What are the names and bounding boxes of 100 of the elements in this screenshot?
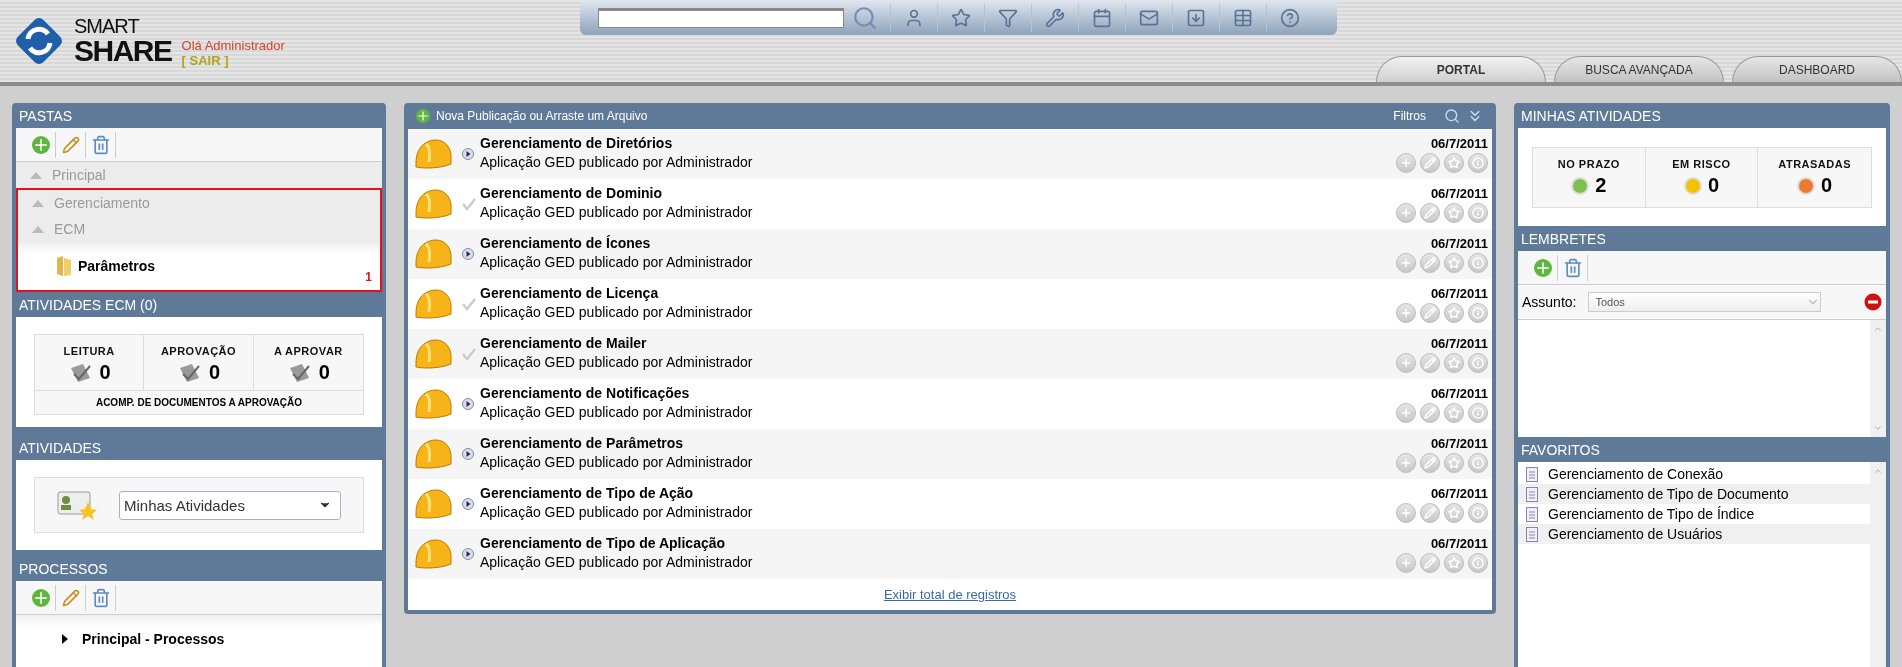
- add-button[interactable]: [1396, 152, 1416, 173]
- add-button[interactable]: [1396, 302, 1416, 323]
- favorite-button[interactable]: [1444, 502, 1464, 523]
- activities-select[interactable]: Minhas Atividades: [119, 490, 341, 520]
- search-icon[interactable]: [1444, 108, 1460, 124]
- publication-title[interactable]: Gerenciamento de Mailer: [480, 335, 1396, 351]
- new-publication-link[interactable]: Nova Publicação ou Arraste um Arquivo: [416, 109, 648, 123]
- tab[interactable]: BUSCA AVANÇADA: [1554, 56, 1724, 82]
- info-button[interactable]: [1468, 152, 1488, 173]
- publication-title[interactable]: Gerenciamento de Tipo de Ação: [480, 485, 1396, 501]
- favorite-button[interactable]: [1444, 452, 1464, 473]
- tab[interactable]: DASHBOARD: [1732, 56, 1902, 82]
- helmet-icon: [412, 487, 454, 521]
- info-button[interactable]: [1468, 502, 1488, 523]
- add-button[interactable]: [1396, 402, 1416, 423]
- play-icon[interactable]: [462, 398, 474, 410]
- tab[interactable]: PORTAL: [1376, 56, 1546, 82]
- trash-icon: [90, 587, 111, 608]
- favorite-button[interactable]: [1444, 302, 1464, 323]
- play-icon[interactable]: [462, 148, 474, 160]
- publication-date: 06/7/2011: [1430, 435, 1488, 451]
- favorite-button[interactable]: [1444, 402, 1464, 423]
- add-button[interactable]: [1396, 352, 1416, 373]
- publication-title[interactable]: Gerenciamento de Licença: [480, 285, 1396, 301]
- publication-subtitle: Aplicação GED publicado por Administrador: [480, 204, 754, 220]
- collapse-icon[interactable]: [32, 199, 44, 207]
- scrollbar[interactable]: [1870, 462, 1886, 667]
- filters-label[interactable]: Filtros: [1393, 109, 1426, 123]
- collapse-icon[interactable]: [30, 171, 42, 179]
- add-icon: [1400, 356, 1412, 369]
- info-icon: [1472, 206, 1484, 219]
- info-button[interactable]: [1468, 252, 1488, 273]
- edit-button[interactable]: [1420, 302, 1440, 323]
- publication-title[interactable]: Gerenciamento de Parâmetros: [480, 435, 1396, 451]
- favorite-label[interactable]: Gerenciamento de Tipo de Índice: [1548, 506, 1755, 522]
- publication-title[interactable]: Gerenciamento de Tipo de Aplicação: [480, 535, 1396, 551]
- scroll-down-icon[interactable]: [1873, 423, 1883, 433]
- scroll-up-icon[interactable]: [1873, 466, 1883, 476]
- search-icon[interactable]: [852, 4, 878, 31]
- stat-footer[interactable]: ACOMP. DE DOCUMENTOS A APROVAÇÃO: [35, 390, 363, 414]
- play-icon[interactable]: [462, 548, 474, 560]
- helmet-icon: [412, 137, 454, 171]
- play-icon[interactable]: [462, 448, 474, 460]
- info-button[interactable]: [1468, 402, 1488, 423]
- edit-icon: [1424, 556, 1436, 569]
- subject-select[interactable]: Todos: [1588, 292, 1822, 312]
- helmet-icon: [412, 387, 454, 421]
- play-icon[interactable]: [462, 498, 474, 510]
- add-button[interactable]: [1396, 452, 1416, 473]
- edit-button[interactable]: [1420, 202, 1440, 223]
- info-icon: [1472, 256, 1484, 269]
- panel-title: LEMBRETES: [1520, 229, 1607, 249]
- edit-icon: [1424, 456, 1436, 469]
- scroll-up-icon[interactable]: [1873, 324, 1883, 334]
- info-button[interactable]: [1468, 352, 1488, 373]
- add-button[interactable]: [1396, 202, 1416, 223]
- edit-button[interactable]: [1420, 502, 1440, 523]
- favorite-button[interactable]: [1444, 352, 1464, 373]
- info-button[interactable]: [1468, 452, 1488, 473]
- edit-button[interactable]: [1420, 252, 1440, 273]
- publication-subtitle: Aplicação GED publicado por Administrador: [480, 154, 754, 170]
- scrollbar[interactable]: [1870, 320, 1886, 437]
- plus-icon: [31, 588, 50, 607]
- favorite-icon: [1448, 356, 1460, 369]
- collapsed-icon[interactable]: [62, 634, 68, 644]
- publication-title[interactable]: Gerenciamento de Dominio: [480, 185, 1396, 201]
- search-field[interactable]: [598, 7, 844, 28]
- collapse-icon[interactable]: [32, 225, 44, 233]
- edit-icon: [1424, 356, 1436, 369]
- info-button[interactable]: [1468, 552, 1488, 573]
- favorite-button[interactable]: [1444, 152, 1464, 173]
- info-icon: [1472, 406, 1484, 419]
- favorite-button[interactable]: [1444, 252, 1464, 273]
- publication-subtitle: Aplicação GED publicado por Administrador: [480, 454, 754, 470]
- favorite-button[interactable]: [1444, 202, 1464, 223]
- process-label[interactable]: Principal - Processos: [82, 631, 225, 647]
- publication-title[interactable]: Gerenciamento de Diretórios: [480, 135, 1396, 151]
- favorite-label[interactable]: Gerenciamento de Conexão: [1548, 466, 1724, 482]
- play-icon[interactable]: [462, 248, 474, 260]
- publication-title[interactable]: Gerenciamento de Ícones: [480, 235, 1396, 251]
- favorite-icon: [1448, 256, 1460, 269]
- edit-button[interactable]: [1420, 402, 1440, 423]
- edit-button[interactable]: [1420, 452, 1440, 473]
- publication-title[interactable]: Gerenciamento de Notificações: [480, 385, 1396, 401]
- favorite-button[interactable]: [1444, 552, 1464, 573]
- show-total-link[interactable]: Exibir total de registros: [883, 579, 1017, 610]
- helmet-icon: [412, 187, 454, 221]
- add-icon: [1400, 406, 1412, 419]
- info-button[interactable]: [1468, 302, 1488, 323]
- info-button[interactable]: [1468, 202, 1488, 223]
- pencil-icon: [61, 135, 80, 154]
- grid-icon: [1233, 7, 1253, 28]
- add-button[interactable]: [1396, 552, 1416, 573]
- edit-button[interactable]: [1420, 352, 1440, 373]
- add-button[interactable]: [1396, 252, 1416, 273]
- remove-icon[interactable]: [1864, 293, 1882, 311]
- folder-label[interactable]: Parâmetros: [78, 258, 156, 274]
- edit-button[interactable]: [1420, 552, 1440, 573]
- edit-button[interactable]: [1420, 152, 1440, 173]
- add-button[interactable]: [1396, 502, 1416, 523]
